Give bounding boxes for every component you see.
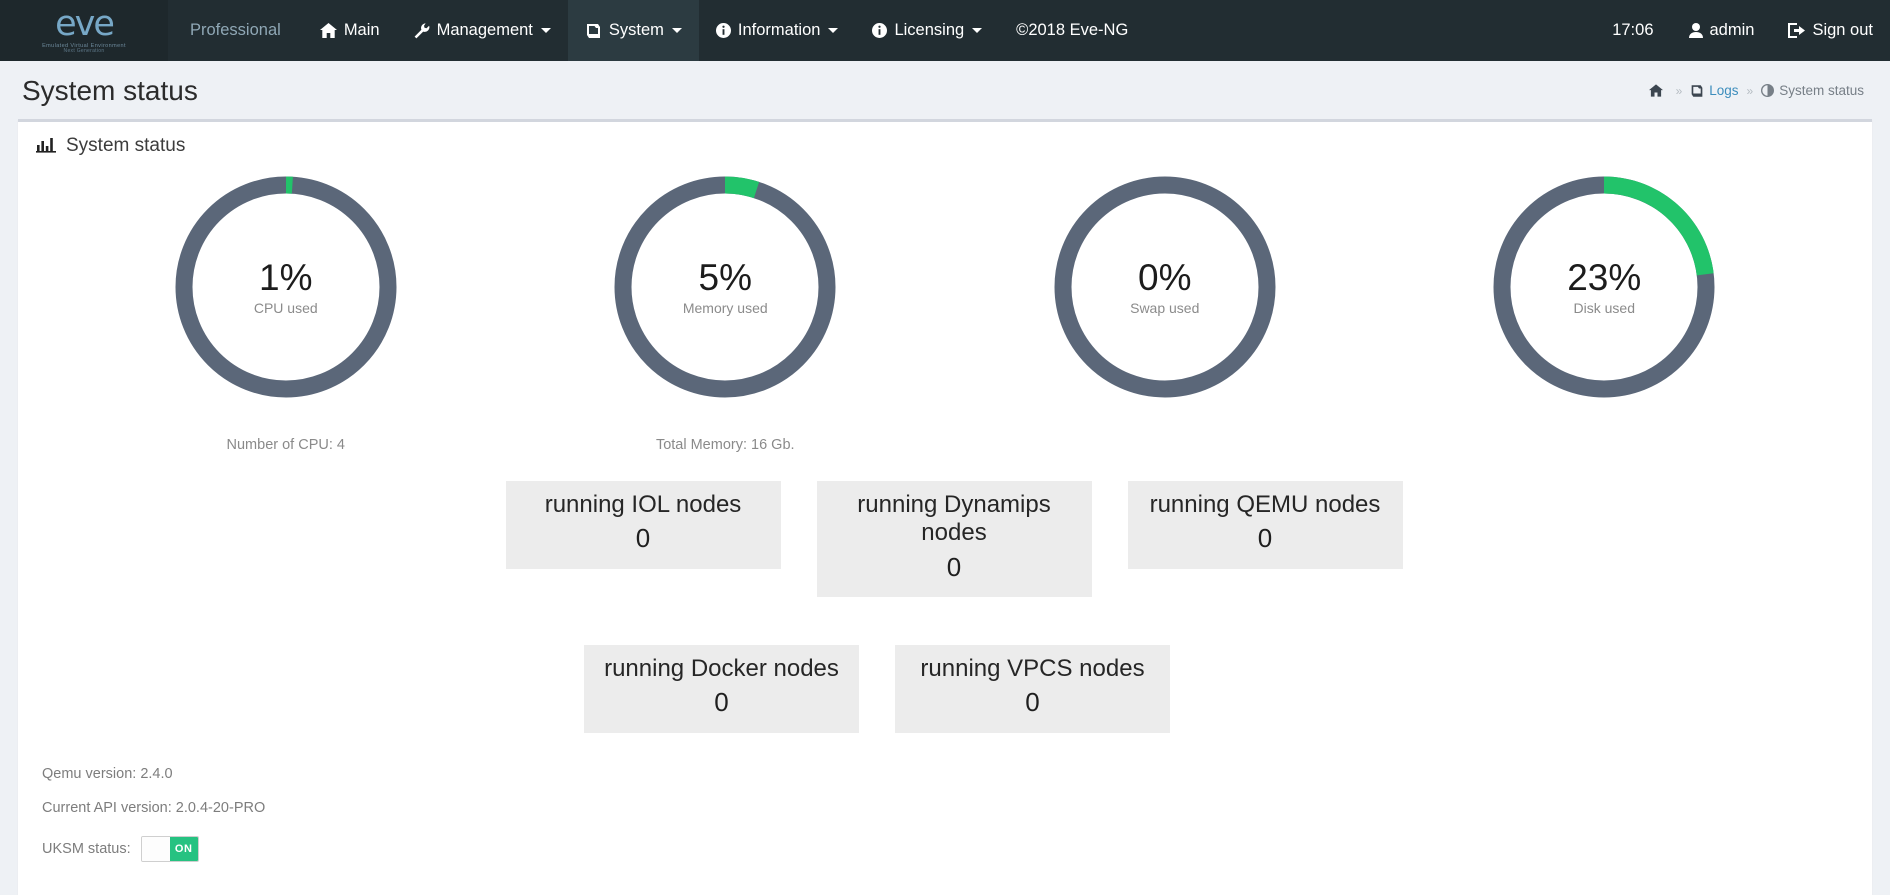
node-counter-dynamips-value: 0 — [946, 551, 962, 582]
nav-left-group: Professional Main Management System Info… — [168, 0, 1145, 61]
home-icon — [319, 23, 337, 38]
uksm-toggle-state: ON — [169, 836, 198, 861]
node-counter-iol-value: 0 — [635, 523, 651, 554]
node-counter-qemu-title: running QEMU nodes — [1149, 491, 1381, 518]
page-title: System status — [22, 75, 198, 106]
donut-gauges-row: 1% CPU used Number of CPU: 4 5% Memory u… — [36, 163, 1854, 455]
nav-item-main[interactable]: Main — [303, 0, 397, 61]
node-counter-iol: running IOL nodes 0 — [505, 481, 781, 569]
info-circle-icon — [872, 23, 888, 38]
clock-text: 17:06 — [1612, 21, 1654, 39]
node-counter-iol-title: running IOL nodes — [544, 491, 742, 518]
node-counter-vpcs-value: 0 — [1025, 687, 1040, 718]
node-counters: running IOL nodes 0 running Dynamips nod… — [36, 455, 1854, 733]
chevron-down-icon — [540, 28, 551, 33]
breadcrumb-item-home[interactable] — [1648, 84, 1668, 97]
gauge-memory: 5% Memory used Total Memory: 16 Gb. — [506, 171, 946, 455]
gauge-cpu-caption: Number of CPU: 4 — [226, 437, 345, 453]
nav-item-licensing-label: Licensing — [894, 21, 965, 40]
gauge-disk-donut: 23% Disk used — [1488, 171, 1720, 403]
panel-body: 1% CPU used Number of CPU: 4 5% Memory u… — [18, 163, 1872, 872]
node-counters-row-2: running Docker nodes 0 running VPCS node… — [0, 645, 1854, 733]
node-counter-docker-value: 0 — [714, 687, 729, 718]
nav-item-user[interactable]: admin — [1672, 0, 1772, 61]
breadcrumb-active-label: System status — [1779, 83, 1864, 98]
brand-logo-text: eve — [55, 3, 115, 44]
top-navbar: eve Emulated Virtual Environment Next Ge… — [0, 0, 1890, 61]
chevron-down-icon — [671, 28, 682, 33]
uksm-toggle[interactable]: ON — [140, 835, 199, 862]
breadcrumb-separator: » — [1675, 83, 1683, 98]
uksm-status-label: UKSM status: — [42, 840, 131, 857]
system-info: Qemu version: 2.4.0 Current API version:… — [36, 733, 1854, 862]
api-version: Current API version: 2.0.4-20-PRO — [42, 800, 266, 817]
system-status-panel: System status 1% CPU used Number of CPU:… — [18, 119, 1872, 895]
gauge-swap: 0% Swap used — [945, 171, 1385, 455]
brand-subtitle-2: Next Generation — [63, 48, 105, 55]
node-counters-row-1: running IOL nodes 0 running Dynamips nod… — [54, 481, 1854, 598]
home-icon — [1648, 84, 1663, 97]
panel-title: System status — [66, 135, 186, 156]
breadcrumb-logs-label: Logs — [1709, 83, 1739, 98]
book-icon — [1690, 84, 1704, 97]
nav-item-system-label: System — [608, 21, 664, 40]
breadcrumb-item-system-status: System status — [1761, 83, 1864, 98]
node-counter-dynamips-title: running Dynamips nodes — [857, 491, 1051, 547]
node-counter-docker-title: running Docker nodes — [604, 655, 839, 683]
nav-item-licensing[interactable]: Licensing — [855, 0, 999, 61]
gauge-cpu: 1% CPU used Number of CPU: 4 — [66, 171, 506, 455]
clock: 17:06 — [1594, 0, 1671, 61]
brand-logo[interactable]: eve Emulated Virtual Environment Next Ge… — [0, 0, 168, 61]
nav-copyright: ©2018 Eve-NG — [999, 0, 1145, 61]
breadcrumb: » Logs » System status — [1648, 83, 1864, 98]
nav-edition-label: Professional — [168, 0, 303, 61]
qemu-version: Qemu version: 2.4.0 — [42, 765, 173, 782]
nav-item-information-label: Information — [737, 21, 821, 40]
node-counter-qemu-value: 0 — [1257, 523, 1273, 554]
book-icon — [585, 23, 602, 38]
gauge-swap-donut: 0% Swap used — [1049, 171, 1281, 403]
nav-user-label: admin — [1709, 21, 1755, 40]
panel-header: System status — [18, 122, 1872, 163]
breadcrumb-separator: » — [1746, 83, 1754, 98]
wrench-icon — [414, 22, 430, 39]
node-counter-vpcs: running VPCS nodes 0 — [895, 645, 1170, 733]
content-header: System status » Logs » System status — [0, 61, 1890, 119]
nav-item-signout[interactable]: Sign out — [1771, 0, 1890, 61]
nav-copyright-text: ©2018 Eve-NG — [1016, 21, 1129, 40]
gauge-memory-caption: Total Memory: 16 Gb. — [655, 437, 795, 453]
chevron-down-icon — [972, 28, 983, 33]
info-circle-icon — [715, 23, 731, 38]
nav-item-management[interactable]: Management — [397, 0, 568, 61]
nav-edition-text: Professional — [190, 21, 281, 40]
node-counter-docker: running Docker nodes 0 — [584, 645, 859, 733]
nav-signout-label: Sign out — [1812, 21, 1873, 40]
contrast-circle-icon — [1761, 84, 1775, 97]
chevron-down-icon — [828, 28, 839, 33]
gauge-disk: 23% Disk used — [1385, 171, 1825, 455]
sign-out-icon — [1788, 23, 1806, 38]
breadcrumb-item-logs[interactable]: Logs — [1690, 83, 1739, 98]
node-counter-dynamips: running Dynamips nodes 0 — [816, 481, 1092, 598]
node-counter-qemu: running QEMU nodes 0 — [1127, 481, 1403, 569]
nav-item-system[interactable]: System — [567, 0, 699, 61]
gauge-memory-donut: 5% Memory used — [609, 171, 841, 403]
node-counter-vpcs-title: running VPCS nodes — [920, 655, 1145, 683]
nav-item-information[interactable]: Information — [699, 0, 856, 61]
user-icon — [1688, 23, 1703, 38]
gauge-cpu-donut: 1% CPU used — [170, 171, 402, 403]
uksm-status-row: UKSM status: ON — [42, 835, 1848, 862]
nav-item-main-label: Main — [343, 21, 380, 40]
uksm-toggle-knob — [141, 836, 170, 861]
bar-chart-icon — [36, 137, 56, 155]
nav-right-group: 17:06 admin Sign out — [1594, 0, 1890, 61]
nav-item-management-label: Management — [436, 21, 533, 40]
